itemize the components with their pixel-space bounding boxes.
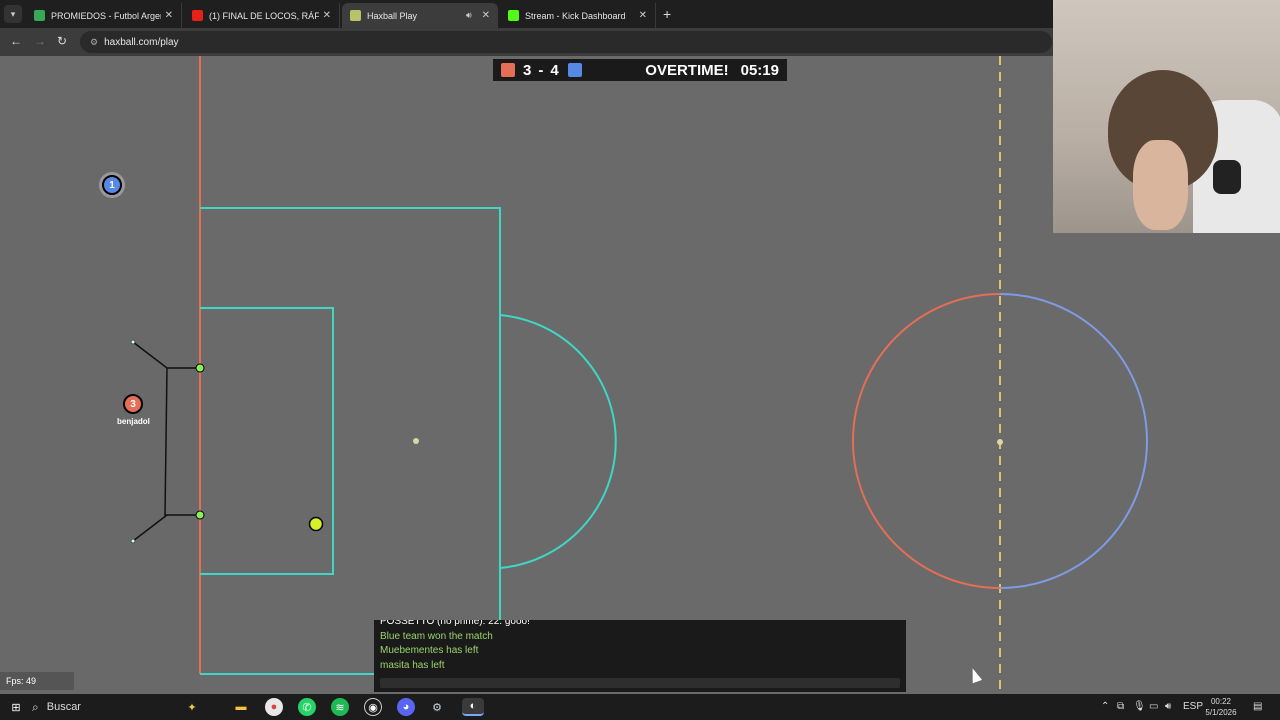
center-circle-red xyxy=(852,293,1001,589)
clock-date: 5/1/2026 xyxy=(1205,708,1237,717)
address-bar[interactable]: ⚙ haxball.com/play xyxy=(80,31,1052,53)
url-text: haxball.com/play xyxy=(104,36,179,48)
overtime-label: OVERTIME! xyxy=(645,61,729,79)
chat-message: Blue team won the match xyxy=(380,630,493,642)
center-spot xyxy=(997,439,1003,445)
chat-message: masita has left xyxy=(380,659,445,671)
penalty-arc xyxy=(499,314,617,569)
chrome-icon[interactable]: ● xyxy=(265,698,283,716)
chat-input[interactable] xyxy=(380,678,900,688)
penalty-spot xyxy=(413,438,419,444)
network-icon[interactable]: ▭ xyxy=(1149,701,1158,712)
red-team-icon xyxy=(501,63,515,77)
system-clock[interactable]: 00:22 5/1/2026 xyxy=(1198,696,1244,718)
chat-box: POSSETTO (no prime): 22. gooo! Blue team… xyxy=(374,620,906,692)
match-clock: 05:19 xyxy=(740,61,779,79)
search-icon: ⌕ xyxy=(32,699,39,714)
scoreboard: 3 - 4 OVERTIME! 05:19 xyxy=(493,59,787,81)
player-red-3: 3 xyxy=(123,394,143,414)
promiedos-favicon-icon xyxy=(34,10,45,21)
tab-haxball[interactable]: Haxball Play 🔊︎ ✕ xyxy=(342,3,498,28)
close-icon[interactable]: ✕ xyxy=(482,10,490,21)
tab-title: Stream - Kick Dashboard xyxy=(525,10,626,21)
penalty-area xyxy=(200,207,501,674)
whatsapp-icon[interactable]: ✆ xyxy=(298,698,316,716)
player-blue-1: 1 xyxy=(102,175,122,195)
score-separator: - xyxy=(538,61,545,79)
new-tab-plus-icon[interactable]: + xyxy=(663,6,671,22)
ball xyxy=(308,516,324,532)
volume-icon[interactable]: 🔊︎ xyxy=(1165,701,1171,712)
notification-icon[interactable]: ▤ xyxy=(1253,701,1262,712)
tray-app-icon[interactable]: ⧉ xyxy=(1117,701,1124,712)
search-label: Buscar xyxy=(46,701,81,713)
webcam-overlay xyxy=(1053,0,1280,233)
file-explorer-icon[interactable]: ▬ xyxy=(232,698,250,716)
haxball-favicon-icon xyxy=(350,10,361,21)
windows-start-icon[interactable]: ⊞ xyxy=(7,698,25,716)
chat-message: POSSETTO (no prime): 22. gooo! xyxy=(380,620,530,627)
chrome-active-icon[interactable]: ◐ xyxy=(462,698,484,716)
goal-net xyxy=(164,367,200,516)
player-number: 3 xyxy=(130,398,136,410)
back-arrow-icon[interactable]: ← xyxy=(10,34,22,48)
microphone-icon[interactable]: 🎙︎ xyxy=(1133,701,1146,712)
forward-arrow-icon[interactable]: → xyxy=(34,34,46,48)
goal-area xyxy=(200,307,334,575)
tab-search-menu-icon[interactable]: ▾ xyxy=(4,5,22,23)
clock-time: 00:22 xyxy=(1210,697,1232,706)
youtube-favicon-icon xyxy=(192,10,203,21)
reload-icon[interactable]: ↻ xyxy=(57,34,67,48)
obs-icon[interactable]: ◉ xyxy=(364,698,382,716)
player-name: benjadol xyxy=(117,417,150,426)
tab-title: (1) FINAL DE LOCOS, RÁFAGA D xyxy=(209,10,319,21)
close-icon[interactable]: ✕ xyxy=(639,10,647,21)
discord-icon[interactable]: ◕ xyxy=(397,698,415,716)
fps-counter: Fps: 49 xyxy=(0,672,74,690)
close-icon[interactable]: ✕ xyxy=(165,10,173,21)
tab-youtube[interactable]: (1) FINAL DE LOCOS, RÁFAGA D ✕ xyxy=(184,3,340,28)
spotify-icon[interactable]: ≋ xyxy=(331,698,349,716)
speaker-icon[interactable]: 🔊︎ xyxy=(466,10,472,21)
chevron-up-icon[interactable]: ⌃ xyxy=(1101,701,1109,712)
taskbar-search[interactable]: ⌕ Buscar xyxy=(32,694,81,720)
blue-team-icon xyxy=(567,63,582,77)
close-icon[interactable]: ✕ xyxy=(323,10,331,21)
steam-icon[interactable]: ⚙ xyxy=(428,698,446,716)
tab-promiedos[interactable]: PROMIEDOS - Futbol Argentino ✕ xyxy=(26,3,182,28)
site-info-icon[interactable]: ⚙ xyxy=(90,37,98,48)
copilot-sparkle-icon[interactable]: ✦ xyxy=(183,698,201,716)
red-score: 3 xyxy=(523,61,533,79)
tab-title: PROMIEDOS - Futbol Argentino xyxy=(51,10,161,21)
kick-favicon-icon xyxy=(508,10,519,21)
headset-icon xyxy=(1213,160,1241,194)
blue-score: 4 xyxy=(550,61,560,79)
tab-title: Haxball Play xyxy=(367,10,418,21)
center-circle-blue xyxy=(999,293,1148,589)
player-number: 1 xyxy=(109,179,115,191)
goal-post-top xyxy=(195,363,205,373)
goal-post-bottom xyxy=(195,510,205,520)
windows-taskbar: ⊞ ⌕ Buscar ✦ ▬ ● ✆ ≋ ◉ ◕ ⚙ ◐ ⌃ ⧉ 🎙︎ ▭ 🔊︎… xyxy=(0,694,1280,720)
screen: ▾ PROMIEDOS - Futbol Argentino ✕ (1) FIN… xyxy=(0,0,1280,720)
chat-message: Muebementes has left xyxy=(380,645,479,656)
tab-kick[interactable]: Stream - Kick Dashboard ✕ xyxy=(500,3,656,28)
